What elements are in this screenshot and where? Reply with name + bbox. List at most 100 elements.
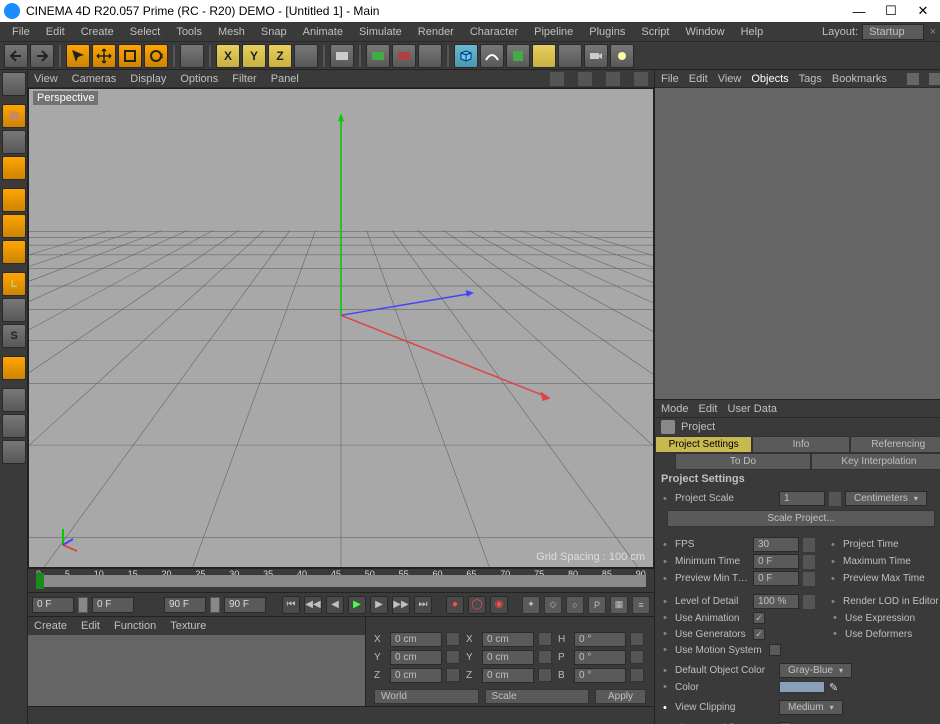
attr-menu-mode[interactable]: Mode bbox=[661, 403, 689, 415]
light-button[interactable] bbox=[610, 44, 634, 68]
timeline-ruler[interactable]: 051015202530354045505560657075808590 bbox=[28, 568, 654, 592]
obj-menu-tags[interactable]: Tags bbox=[799, 73, 822, 85]
key-options-button[interactable]: ≡ bbox=[632, 596, 650, 614]
key-rot-button[interactable]: ○ bbox=[566, 596, 584, 614]
coord-mode-dropdown[interactable]: Scale bbox=[485, 689, 590, 704]
y-axis-button[interactable]: Y bbox=[242, 44, 266, 68]
snap-toggle-button[interactable]: S bbox=[2, 324, 26, 348]
coord-system-button[interactable] bbox=[294, 44, 318, 68]
vp-menu-view[interactable]: View bbox=[34, 73, 58, 85]
range-start-field[interactable]: 0 F bbox=[92, 597, 134, 613]
coord-spinner[interactable] bbox=[630, 632, 644, 646]
vp-toggle-2-icon[interactable] bbox=[578, 72, 592, 86]
goto-start-button[interactable]: ⏮ bbox=[282, 596, 300, 614]
menu-plugins[interactable]: Plugins bbox=[581, 24, 633, 40]
tab-project-settings[interactable]: Project Settings bbox=[655, 436, 752, 453]
coord-z-size-field[interactable]: 0 cm bbox=[482, 668, 534, 683]
menu-mesh[interactable]: Mesh bbox=[210, 24, 253, 40]
coord-x-size-field[interactable]: 0 cm bbox=[482, 632, 534, 647]
spinner-icon[interactable] bbox=[803, 538, 815, 552]
viewport-solo-button[interactable] bbox=[2, 298, 26, 322]
coord-apply-button[interactable]: Apply bbox=[595, 689, 646, 704]
range-end-field[interactable]: 90 F bbox=[164, 597, 206, 613]
render-view-button[interactable] bbox=[330, 44, 354, 68]
menu-character[interactable]: Character bbox=[462, 24, 526, 40]
perspective-viewport[interactable]: Perspective bbox=[28, 88, 654, 568]
coord-spinner[interactable] bbox=[538, 650, 552, 664]
mat-menu-texture[interactable]: Texture bbox=[170, 620, 206, 632]
planar-workplane-button[interactable] bbox=[2, 388, 26, 412]
attr-menu-userdata[interactable]: User Data bbox=[728, 403, 778, 415]
workplane-button[interactable] bbox=[2, 156, 26, 180]
color-picker-icon[interactable]: ✎ bbox=[829, 681, 841, 693]
coord-b-rot-field[interactable]: 0 ° bbox=[574, 668, 626, 683]
spinner-icon[interactable] bbox=[803, 555, 815, 569]
obj-menu-objects[interactable]: Objects bbox=[751, 73, 788, 85]
coord-y-pos-field[interactable]: 0 cm bbox=[390, 650, 442, 665]
key-param-button[interactable]: P bbox=[588, 596, 606, 614]
tab-referencing[interactable]: Referencing bbox=[850, 436, 940, 453]
def-obj-color-dropdown[interactable]: Gray-Blue▾ bbox=[779, 663, 852, 678]
environment-button[interactable] bbox=[558, 44, 582, 68]
timeline-playhead[interactable] bbox=[36, 573, 44, 589]
render-settings-button[interactable] bbox=[392, 44, 416, 68]
autokey-button[interactable]: ◯ bbox=[468, 596, 486, 614]
render-region-button[interactable] bbox=[418, 44, 442, 68]
project-scale-unit-dropdown[interactable]: Centimeters▾ bbox=[845, 491, 927, 506]
render-pictview-button[interactable] bbox=[366, 44, 390, 68]
redo-button[interactable] bbox=[30, 44, 54, 68]
play-button[interactable]: ▶ bbox=[348, 596, 366, 614]
material-list[interactable] bbox=[28, 635, 365, 706]
vp-menu-display[interactable]: Display bbox=[130, 73, 166, 85]
coord-spinner[interactable] bbox=[538, 632, 552, 646]
use-gen-checkbox[interactable]: ✓ bbox=[753, 628, 765, 640]
vp-menu-filter[interactable]: Filter bbox=[232, 73, 256, 85]
coord-spinner[interactable] bbox=[446, 632, 460, 646]
menu-file[interactable]: File bbox=[4, 24, 38, 40]
scale-button[interactable] bbox=[118, 44, 142, 68]
scale-project-button[interactable]: Scale Project... bbox=[667, 510, 935, 527]
keyframe-button[interactable]: ◉ bbox=[490, 596, 508, 614]
coord-space-dropdown[interactable]: World bbox=[374, 689, 479, 704]
record-button[interactable]: ● bbox=[446, 596, 464, 614]
rotate-button[interactable] bbox=[144, 44, 168, 68]
locked-axis-button[interactable] bbox=[2, 414, 26, 438]
key-pla-button[interactable]: ▦ bbox=[610, 596, 628, 614]
start-frame-field[interactable]: 0 F bbox=[32, 597, 74, 613]
spinner-icon[interactable] bbox=[829, 492, 841, 506]
layout-dropdown[interactable]: Startup bbox=[862, 24, 923, 40]
undo-button[interactable] bbox=[4, 44, 28, 68]
use-anim-checkbox[interactable]: ✓ bbox=[753, 612, 765, 624]
move-button[interactable] bbox=[92, 44, 116, 68]
coord-spinner[interactable] bbox=[630, 650, 644, 664]
navigation-gizmo[interactable] bbox=[53, 525, 83, 555]
attr-menu-edit[interactable]: Edit bbox=[699, 403, 718, 415]
coord-h-rot-field[interactable]: 0 ° bbox=[574, 632, 626, 647]
objects-tree[interactable] bbox=[655, 88, 940, 400]
tab-todo[interactable]: To Do bbox=[675, 453, 811, 470]
layout-close-icon[interactable]: × bbox=[930, 26, 936, 38]
vp-menu-cameras[interactable]: Cameras bbox=[72, 73, 117, 85]
coord-y-size-field[interactable]: 0 cm bbox=[482, 650, 534, 665]
interactive-workplane-button[interactable] bbox=[2, 440, 26, 464]
cube-primitive-button[interactable] bbox=[454, 44, 478, 68]
next-key-button[interactable]: ▶▶ bbox=[392, 596, 410, 614]
close-button[interactable]: ✕ bbox=[916, 4, 930, 18]
texture-mode-button[interactable] bbox=[2, 130, 26, 154]
spinner-icon[interactable] bbox=[803, 595, 815, 609]
mat-menu-create[interactable]: Create bbox=[34, 620, 67, 632]
coord-z-pos-field[interactable]: 0 cm bbox=[390, 668, 442, 683]
tab-key-interpolation[interactable]: Key Interpolation bbox=[811, 453, 940, 470]
vp-menu-panel[interactable]: Panel bbox=[271, 73, 299, 85]
generator-button[interactable] bbox=[506, 44, 530, 68]
x-axis-button[interactable]: X bbox=[216, 44, 240, 68]
range-end-handle[interactable] bbox=[210, 597, 220, 613]
maximize-button[interactable]: ☐ bbox=[884, 4, 898, 18]
make-editable-button[interactable] bbox=[2, 72, 26, 96]
menu-pipeline[interactable]: Pipeline bbox=[526, 24, 581, 40]
menu-animate[interactable]: Animate bbox=[295, 24, 351, 40]
model-mode-button[interactable] bbox=[2, 104, 26, 128]
obj-menu-file[interactable]: File bbox=[661, 73, 679, 85]
coord-spinner[interactable] bbox=[446, 668, 460, 682]
edges-mode-button[interactable] bbox=[2, 214, 26, 238]
